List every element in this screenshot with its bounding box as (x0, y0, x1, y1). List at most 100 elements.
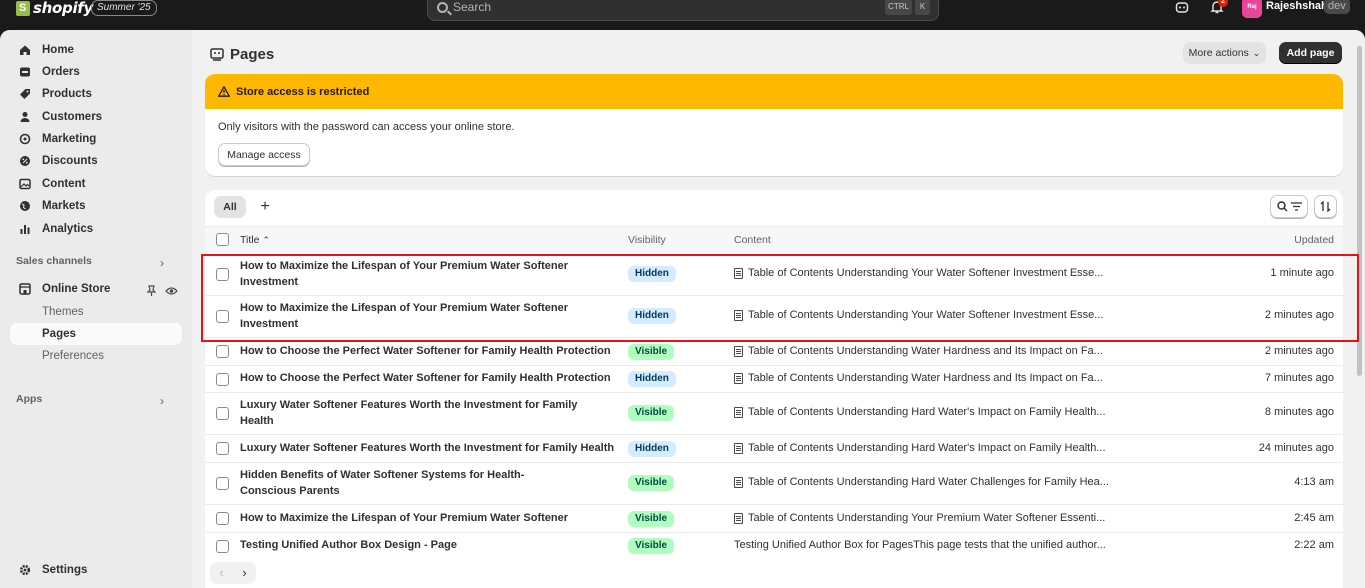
document-icon (734, 476, 743, 488)
sidebar: Home Orders Products Customers Marketing… (0, 30, 192, 588)
sidebar-item-pages[interactable]: Pages (10, 323, 182, 345)
sales-channels-heading[interactable]: Sales channels (16, 255, 92, 267)
target-icon (18, 132, 32, 146)
page-title-text: Pages (230, 46, 275, 63)
sidebar-item-label: Online Store (42, 283, 111, 295)
edition-badge[interactable]: Summer '25 (91, 0, 157, 16)
sort-button[interactable] (1314, 195, 1337, 218)
sidebar-item-home[interactable]: Home (10, 39, 182, 61)
user-name[interactable]: Rajeshshah (1266, 0, 1328, 12)
search-icon (1276, 201, 1287, 212)
sidebar-item-products[interactable]: Products (10, 83, 182, 105)
table-row[interactable]: How to Choose the Perfect Water Softener… (205, 366, 1343, 393)
column-header-title[interactable]: Title ⌃ (240, 234, 270, 246)
row-title[interactable]: Luxury Water Softener Features Worth the… (240, 440, 620, 456)
sidebar-item-markets[interactable]: Markets (10, 195, 182, 217)
image-icon (18, 177, 32, 191)
sidebar-item-preferences[interactable]: Preferences (10, 345, 182, 367)
notification-count-badge: 2 (1218, 0, 1228, 7)
sidebar-item-label: Content (42, 178, 86, 190)
tab-all[interactable]: All (214, 196, 246, 218)
search-filter-button[interactable] (1270, 195, 1308, 218)
status-badge: Hidden (628, 371, 676, 387)
row-title[interactable]: How to Maximize the Lifespan of Your Pre… (240, 510, 620, 526)
row-checkbox[interactable] (216, 477, 229, 490)
eye-icon[interactable] (165, 285, 178, 300)
search-input[interactable]: Search CTRL K (427, 0, 939, 21)
row-title[interactable]: How to Choose the Perfect Water Softener… (240, 370, 620, 386)
chevron-down-icon: ⌄ (1252, 47, 1261, 58)
row-checkbox[interactable] (216, 442, 229, 455)
row-title[interactable]: Testing Unified Author Box Design - Page (240, 537, 620, 553)
document-icon (734, 372, 743, 384)
sidebar-item-settings[interactable]: Settings (10, 559, 182, 581)
sidebar-item-marketing[interactable]: Marketing (10, 128, 182, 150)
home-icon (18, 43, 32, 57)
document-icon (734, 442, 743, 454)
sidebar-item-analytics[interactable]: Analytics (10, 218, 182, 240)
sidebar-item-label: Markets (42, 200, 86, 212)
status-badge: Visible (628, 405, 675, 421)
table-row[interactable]: How to Choose the Perfect Water Softener… (205, 338, 1343, 366)
store-access-banner: Store access is restricted Only visitors… (205, 74, 1343, 176)
row-checkbox[interactable] (216, 512, 229, 525)
manage-access-button[interactable]: Manage access (218, 143, 310, 166)
sidebar-item-label: Discounts (42, 155, 98, 167)
sidebar-item-label: Customers (42, 111, 103, 123)
sidebar-item-label: Products (42, 88, 92, 100)
row-updated: 2 minutes ago (1264, 345, 1334, 357)
banner-header: Store access is restricted (205, 74, 1343, 109)
row-checkbox[interactable] (216, 540, 229, 553)
more-actions-button[interactable]: More actions ⌄ (1183, 42, 1266, 64)
sidebar-item-label: Orders (42, 66, 80, 78)
globe-icon (18, 199, 32, 213)
previous-page-button[interactable]: ‹ (210, 562, 233, 584)
filter-icon (1290, 202, 1302, 211)
table-row[interactable]: How to Maximize the Lifespan of Your Pre… (205, 505, 1343, 533)
row-checkbox[interactable] (216, 345, 229, 358)
next-page-button[interactable]: › (233, 562, 256, 584)
pagination: ‹ › (210, 562, 256, 584)
row-title[interactable]: Luxury Water Softener Features Worth the… (240, 397, 580, 429)
row-content-text: Table of Contents Understanding Hard Wat… (748, 476, 1109, 488)
pin-icon[interactable] (146, 285, 157, 300)
row-updated: 4:13 am (1294, 476, 1334, 488)
row-content-text: Table of Contents Understanding Water Ha… (748, 345, 1103, 357)
chevron-right-icon[interactable]: › (160, 394, 164, 408)
row-content-text: Table of Contents Understanding Water Ha… (748, 372, 1103, 384)
column-header-updated: Updated (1294, 234, 1334, 246)
select-all-checkbox[interactable] (216, 233, 229, 246)
row-checkbox[interactable] (216, 407, 229, 420)
row-content-text: Table of Contents Understanding Your Pre… (748, 512, 1106, 524)
shortcut-key-k: K (915, 0, 930, 15)
row-title[interactable]: How to Choose the Perfect Water Softener… (240, 343, 620, 359)
add-view-button[interactable]: + (254, 196, 276, 218)
row-title[interactable]: Hidden Benefits of Water Softener System… (240, 467, 580, 499)
sidebar-item-content[interactable]: Content (10, 173, 182, 195)
sort-ascending-icon: ⌃ (262, 235, 270, 245)
sidebar-item-themes[interactable]: Themes (10, 301, 182, 323)
row-content: Table of Contents Understanding Hard Wat… (734, 476, 1109, 488)
table-row[interactable]: Testing Unified Author Box Design - Page… (205, 533, 1343, 560)
table-row[interactable]: Luxury Water Softener Features Worth the… (205, 435, 1343, 463)
document-icon (734, 512, 743, 524)
row-checkbox[interactable] (216, 373, 229, 386)
sidekick-icon[interactable] (1175, 0, 1191, 16)
sidebar-item-label: Home (42, 44, 74, 56)
row-updated: 7 minutes ago (1264, 372, 1334, 384)
sidebar-item-discounts[interactable]: Discounts (10, 150, 182, 172)
column-header-visibility: Visibility (628, 234, 666, 246)
table-row[interactable]: Luxury Water Softener Features Worth the… (205, 393, 1343, 435)
row-updated: 2:22 am (1294, 539, 1334, 551)
table-row[interactable]: Hidden Benefits of Water Softener System… (205, 463, 1343, 505)
chevron-right-icon[interactable]: › (160, 256, 164, 270)
apps-heading[interactable]: Apps (16, 393, 42, 405)
sidebar-item-orders[interactable]: Orders (10, 61, 182, 83)
add-page-button[interactable]: Add page (1279, 42, 1342, 64)
avatar[interactable]: Raj (1242, 0, 1262, 18)
sidebar-item-label: Analytics (42, 223, 94, 235)
row-content: Table of Contents Understanding Hard Wat… (734, 442, 1106, 454)
sidebar-item-customers[interactable]: Customers (10, 106, 182, 128)
shopify-logo[interactable]: S shopify (16, 0, 93, 17)
shortcut-key-ctrl: CTRL (885, 0, 912, 15)
